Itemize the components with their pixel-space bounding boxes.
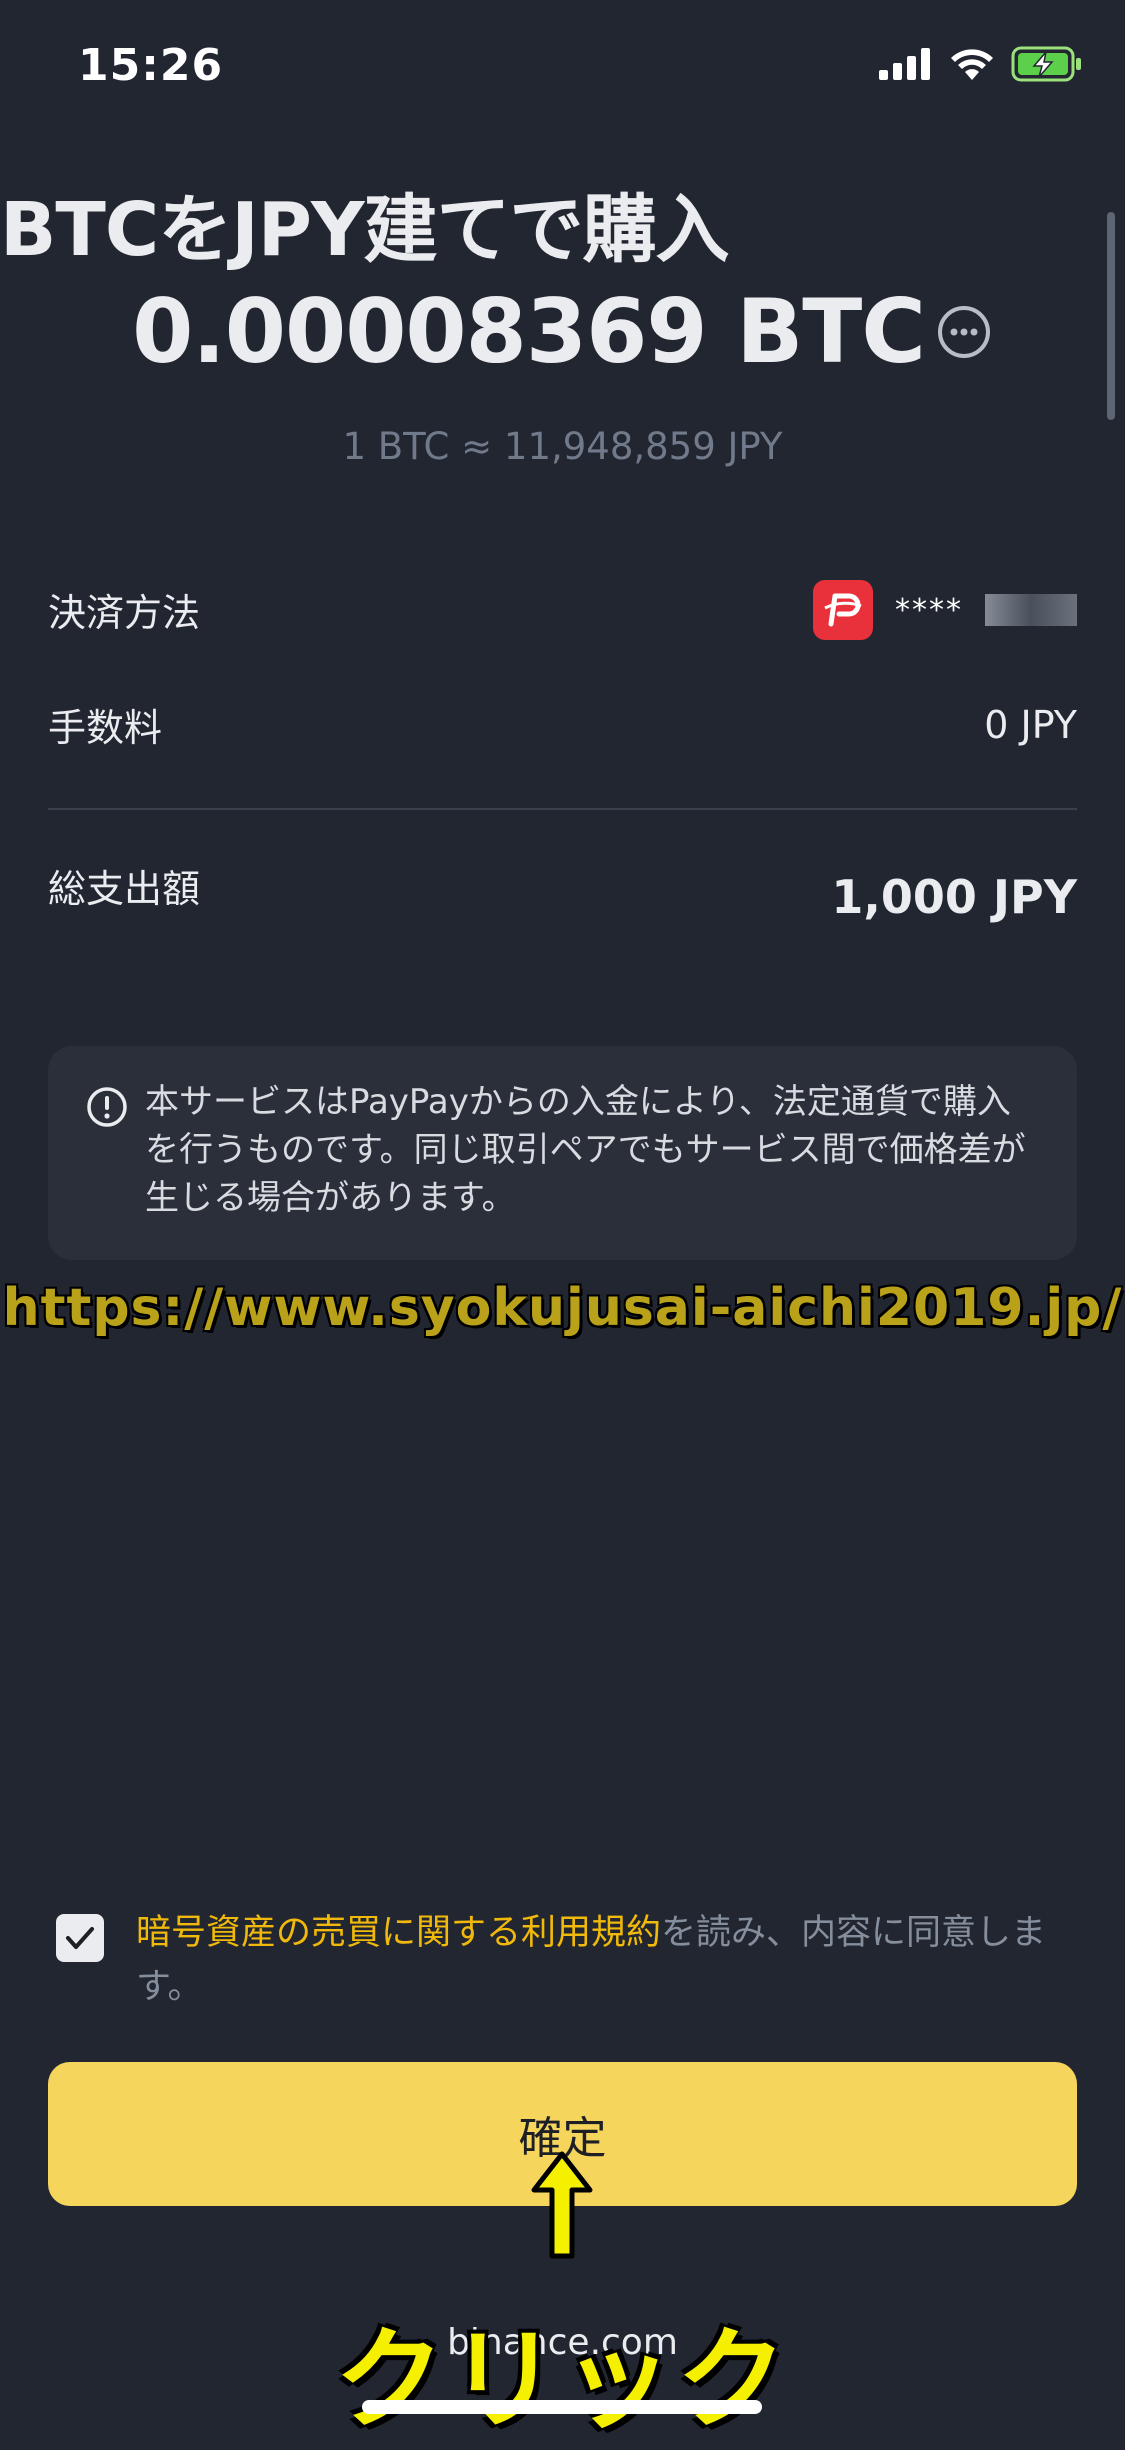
notice-box: 本サービスはPayPayからの入金により、法定通貨で購入を行うものです。同じ取引… — [48, 1046, 1077, 1260]
divider — [48, 808, 1077, 810]
agreement-checkbox[interactable] — [56, 1914, 104, 1962]
click-annotation: クリック — [334, 2316, 791, 2444]
payment-method-value[interactable]: **** — [813, 580, 1077, 640]
status-time: 15:26 — [78, 40, 224, 91]
watermark-url: https://www.syokujusai-aichi2019.jp/ — [2, 1278, 1123, 1338]
terms-link[interactable]: 暗号資産の売買に関する利用規約 — [136, 1913, 661, 1953]
agreement-text: 暗号資産の売買に関する利用規約を読み、内容に同意します。 — [136, 1906, 1077, 2014]
exchange-rate: 1 BTC ≈ 11,948,859 JPY — [342, 425, 783, 468]
btc-amount: 0.00008369 BTC — [132, 280, 926, 383]
paypay-logo — [813, 580, 873, 640]
check-icon — [66, 1927, 94, 1949]
arrow-up-icon — [531, 2151, 593, 2259]
home-indicator[interactable] — [362, 2400, 762, 2414]
status-icons — [879, 46, 1083, 82]
signal-icon — [879, 48, 930, 80]
fee-value: 0 JPY — [984, 703, 1077, 747]
wifi-icon — [951, 49, 993, 80]
total-value: 1,000 JPY — [831, 870, 1077, 924]
page-title: BTCをJPY建てで購入 — [0, 187, 730, 273]
amount-row: 0.00008369 BTC — [0, 280, 1125, 383]
total-label: 総支出額 — [48, 867, 201, 911]
info-icon — [87, 1087, 127, 1127]
redacted-account — [985, 594, 1077, 626]
masked-account: **** — [895, 592, 963, 628]
notice-text: 本サービスはPayPayからの入金により、法定通貨で購入を行うものです。同じ取引… — [145, 1082, 1026, 1218]
more-icon[interactable] — [935, 303, 993, 361]
battery-charging-icon — [1011, 46, 1081, 82]
payment-method-label: 決済方法 — [48, 591, 201, 635]
fee-label: 手数料 — [48, 706, 163, 750]
